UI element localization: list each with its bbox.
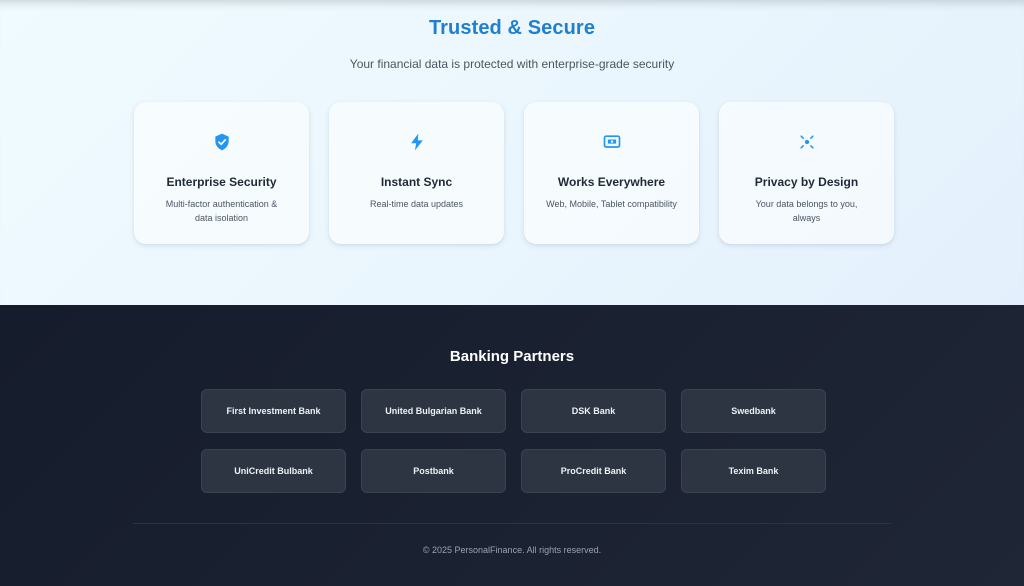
feature-card-works-everywhere: Works Everywhere Web, Mobile, Tablet com… [524,102,699,244]
feature-description: Web, Mobile, Tablet compatibility [546,199,677,209]
privacy-focus-icon [719,132,894,154]
footer-section: Banking Partners First Investment Bank U… [0,305,1024,586]
lightning-bolt-icon [329,132,504,154]
bank-card-first-investment-bank[interactable]: First Investment Bank [201,389,346,433]
trust-title: Trusted & Secure [428,17,596,39]
partners-title: Banking Partners [449,348,575,365]
feature-title: Privacy by Design [754,175,859,189]
feature-title: Instant Sync [380,175,453,189]
bank-card-texim-bank[interactable]: Texim Bank [681,449,826,493]
feature-title: Works Everywhere [557,175,666,189]
footer-divider [133,523,891,524]
shield-check-icon [134,132,309,154]
device-screen-icon [524,132,699,154]
feature-card-instant-sync: Instant Sync Real-time data updates [329,102,504,244]
bank-card-swedbank[interactable]: Swedbank [681,389,826,433]
feature-description: Multi-factor authentication & data isola… [165,199,278,223]
feature-card-privacy-by-design: Privacy by Design Your data belongs to y… [719,102,894,244]
bank-card-procredit-bank[interactable]: ProCredit Bank [521,449,666,493]
trust-subtitle: Your financial data is protected with en… [349,57,675,71]
feature-description: Your data belongs to you, always [755,199,858,223]
feature-card-enterprise-security: Enterprise Security Multi-factor authent… [134,102,309,244]
bank-card-united-bulgarian-bank[interactable]: United Bulgarian Bank [361,389,506,433]
copyright-text: © 2025 PersonalFinance. All rights reser… [422,545,602,555]
bank-card-dsk-bank[interactable]: DSK Bank [521,389,666,433]
feature-description: Real-time data updates [369,199,464,209]
bank-card-unicredit-bulbank[interactable]: UniCredit Bulbank [201,449,346,493]
trust-section: Trusted & Secure Your financial data is … [0,0,1024,305]
feature-title: Enterprise Security [166,175,277,189]
bank-card-postbank[interactable]: Postbank [361,449,506,493]
